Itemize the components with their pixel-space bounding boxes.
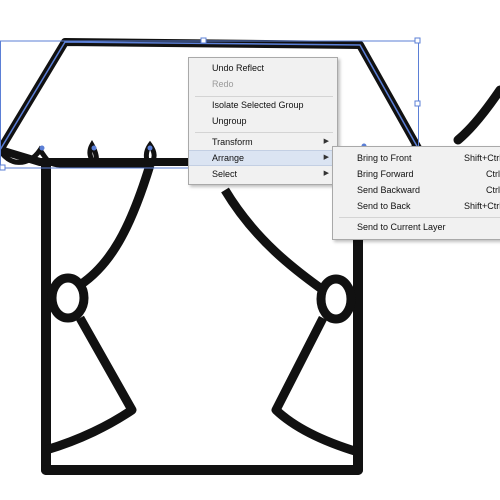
partial-shape-right[interactable] (453, 85, 500, 145)
menu-item-label: Redo (212, 79, 234, 89)
menu-item-label: Arrange (212, 153, 245, 163)
menu-item-transform[interactable]: Transform ▶ (189, 134, 337, 150)
menu-item-label: Isolate Selected Group (212, 100, 304, 110)
shortcut-label: Ctrl (486, 169, 500, 179)
submenu-arrow-icon: ▶ (323, 170, 329, 177)
submenu-item-send-to-current-layer[interactable]: Send to Current Layer (333, 219, 500, 235)
shortcut-label: Shift+Ctrl (464, 153, 500, 163)
menu-item-arrange[interactable]: Arrange ▶ (189, 150, 337, 166)
submenu-item-label: Bring to Front (357, 153, 412, 163)
context-menu: Undo Reflect Redo Isolate Selected Group… (188, 57, 338, 185)
shortcut-label: Ctrl (486, 185, 500, 195)
submenu-item-bring-forward[interactable]: Bring Forward Ctrl (333, 166, 500, 182)
menu-item-label: Transform (212, 137, 253, 147)
submenu-item-bring-to-front[interactable]: Bring to Front Shift+Ctrl (333, 150, 500, 166)
submenu-item-label: Bring Forward (357, 169, 414, 179)
menu-item-select[interactable]: Select ▶ (189, 166, 337, 182)
menu-separator (195, 132, 333, 133)
submenu-item-send-to-back[interactable]: Send to Back Shift+Ctrl (333, 198, 500, 214)
submenu-arrow-icon: ▶ (323, 138, 329, 145)
submenu-item-label: Send to Current Layer (357, 222, 446, 232)
menu-item-ungroup[interactable]: Ungroup (189, 113, 337, 129)
menu-item-redo: Redo (189, 76, 337, 92)
menu-separator (339, 217, 500, 218)
menu-item-label: Select (212, 169, 238, 179)
menu-item-label: Ungroup (212, 116, 247, 126)
curtain-left-shape[interactable] (44, 163, 155, 455)
arrange-submenu: Bring to Front Shift+Ctrl Bring Forward … (332, 146, 500, 240)
stage-frame-shape[interactable] (41, 160, 363, 475)
shortcut-label: Shift+Ctrl (464, 201, 500, 211)
menu-item-label: Undo Reflect (212, 63, 265, 73)
submenu-item-send-backward[interactable]: Send Backward Ctrl (333, 182, 500, 198)
submenu-arrow-icon: ▶ (323, 154, 329, 161)
submenu-item-label: Send to Back (357, 201, 411, 211)
menu-item-isolate-selected-group[interactable]: Isolate Selected Group (189, 97, 337, 113)
menu-item-undo-reflect[interactable]: Undo Reflect (189, 60, 337, 76)
submenu-item-label: Send Backward (357, 185, 421, 195)
